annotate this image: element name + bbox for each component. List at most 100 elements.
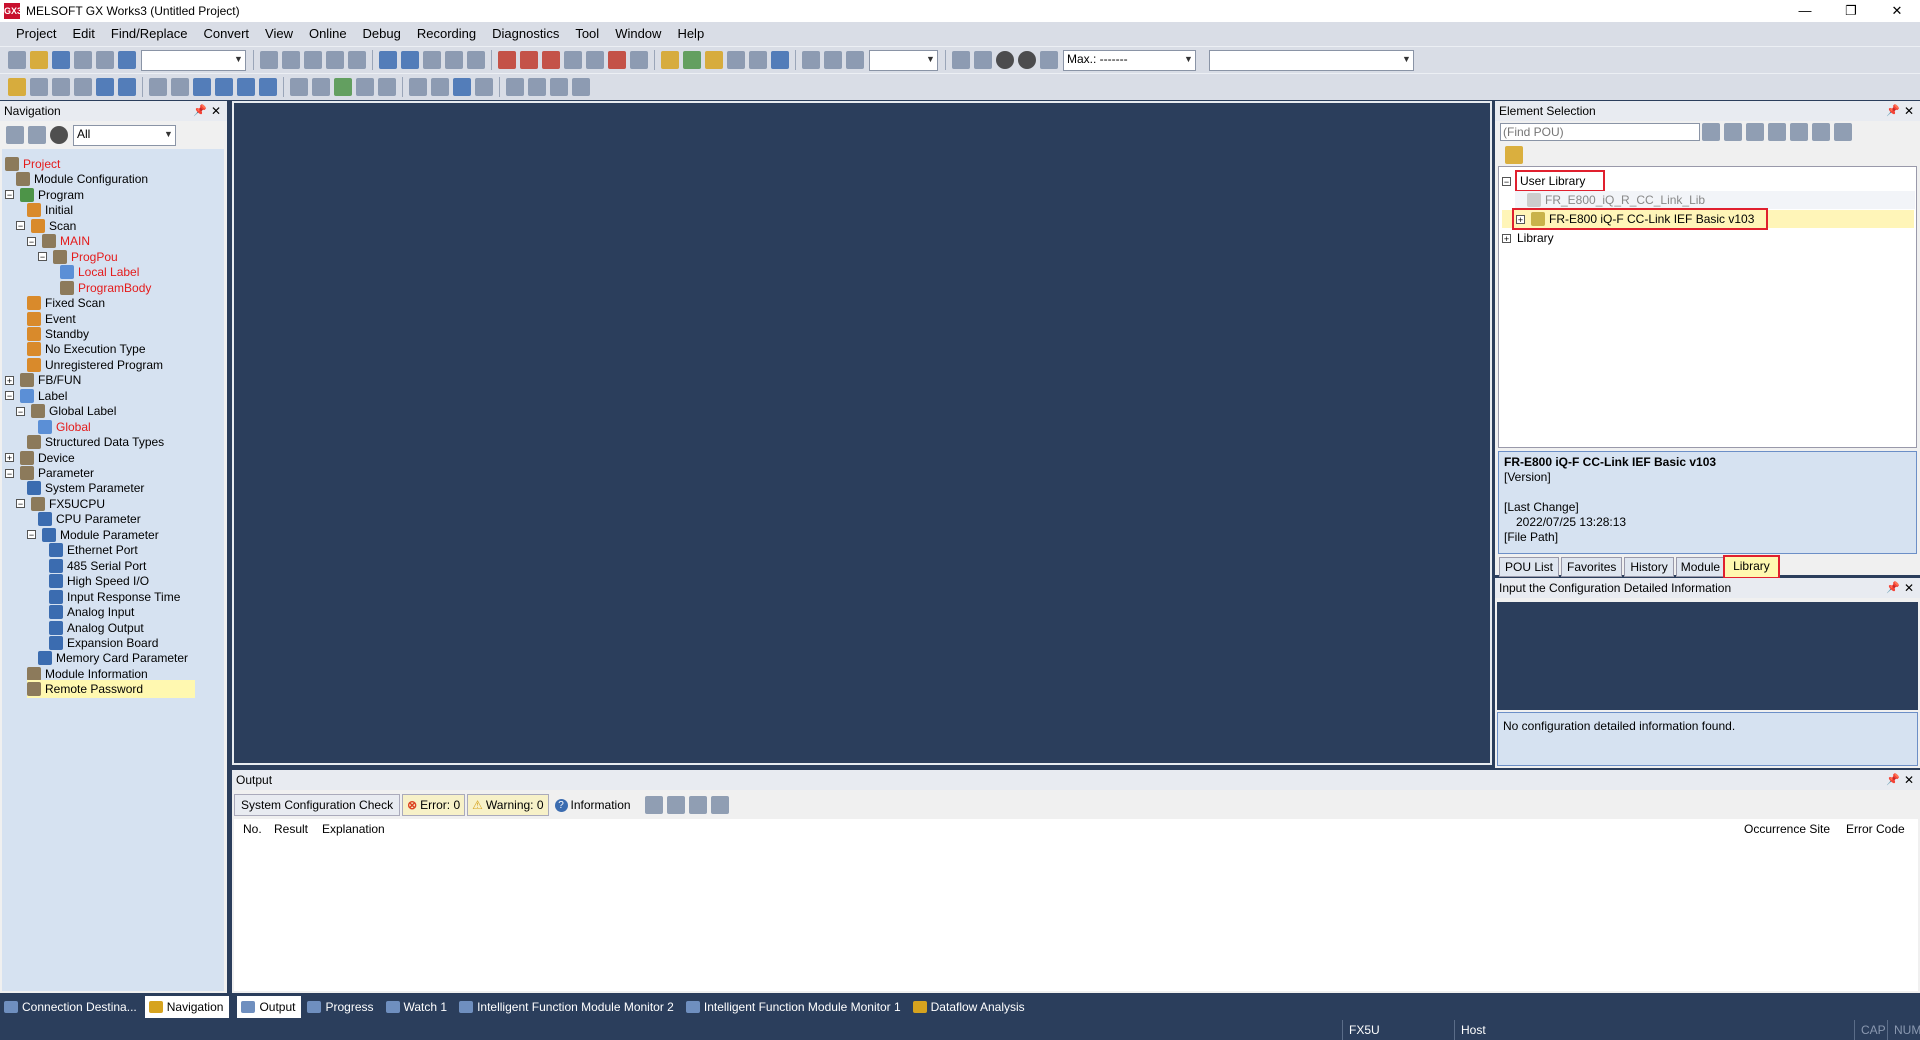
- dev-2-icon[interactable]: [215, 78, 233, 96]
- cross-ref-icon[interactable]: [74, 78, 92, 96]
- zoom-combo[interactable]: ▼: [869, 49, 938, 71]
- tree-view-icon[interactable]: [6, 126, 24, 144]
- settings-icon[interactable]: [378, 78, 396, 96]
- tab-ifm-monitor-1[interactable]: Intelligent Function Module Monitor 1: [682, 996, 907, 1018]
- expand-icon[interactable]: +: [5, 453, 14, 463]
- zoom-out-icon[interactable]: [824, 51, 842, 69]
- grid-3-icon[interactable]: [550, 78, 568, 96]
- list-view-icon[interactable]: [28, 126, 46, 144]
- tree-library[interactable]: + Library: [1502, 229, 1554, 247]
- grid-1-icon[interactable]: [506, 78, 524, 96]
- rebuild-icon[interactable]: [423, 51, 441, 69]
- find-pou-input[interactable]: [1500, 123, 1700, 141]
- paste-icon[interactable]: [304, 51, 322, 69]
- dev-1-icon[interactable]: [193, 78, 211, 96]
- import-icon[interactable]: [290, 78, 308, 96]
- warning-filter[interactable]: ⚠ Warning: 0: [467, 794, 549, 816]
- col-result[interactable]: Result: [274, 819, 308, 839]
- collapse-icon[interactable]: −: [16, 406, 25, 416]
- collapse-icon[interactable]: −: [16, 499, 25, 509]
- pin-icon[interactable]: 📌: [1886, 770, 1900, 790]
- col-occurrence-site[interactable]: Occurrence Site: [1744, 819, 1830, 839]
- close-icon[interactable]: ✕: [211, 101, 221, 121]
- collapse-icon[interactable]: −: [38, 252, 47, 262]
- device-list-icon[interactable]: [96, 78, 114, 96]
- verify-plc-icon[interactable]: [542, 51, 560, 69]
- tree-lib-2[interactable]: + FR-E800 iQ-F CC-Link IEF Basic v103: [1502, 208, 1914, 230]
- toolbar-combo-1[interactable]: ▼: [141, 49, 246, 71]
- remote-op-icon[interactable]: [564, 51, 582, 69]
- element-selection-icon[interactable]: [30, 78, 48, 96]
- scan-time-combo[interactable]: Max.: ------- ▼: [1063, 49, 1196, 71]
- toolbar-combo-2[interactable]: ▼: [1209, 49, 1414, 71]
- compile-icon[interactable]: [467, 51, 485, 69]
- close-icon[interactable]: ✕: [1904, 101, 1914, 121]
- simulator-icon[interactable]: [661, 51, 679, 69]
- menu-help[interactable]: Help: [669, 23, 712, 45]
- nav-item-remote-password[interactable]: Remote Password: [27, 680, 195, 699]
- save-icon[interactable]: [52, 51, 70, 69]
- tab-connection-destination[interactable]: Connection Destina...: [0, 996, 143, 1018]
- find-icon[interactable]: [171, 78, 189, 96]
- convert-all-icon[interactable]: [401, 51, 419, 69]
- jump-icon[interactable]: [710, 796, 729, 814]
- grid-4-icon[interactable]: [572, 78, 590, 96]
- tab-library[interactable]: Library: [1723, 555, 1780, 579]
- pin-icon[interactable]: 📌: [1886, 101, 1900, 121]
- col-no[interactable]: No.: [243, 819, 262, 839]
- window-tile-icon[interactable]: [118, 78, 136, 96]
- online-change-icon[interactable]: [586, 51, 604, 69]
- menu-find-replace[interactable]: Find/Replace: [103, 23, 196, 45]
- tab-progress[interactable]: Progress: [303, 996, 379, 1018]
- clear-icon[interactable]: [1834, 123, 1852, 141]
- watch-icon[interactable]: [727, 51, 745, 69]
- preview-icon[interactable]: [453, 78, 471, 96]
- stop-icon[interactable]: [974, 51, 992, 69]
- redo-icon[interactable]: [348, 51, 366, 69]
- close-button[interactable]: ✕: [1874, 0, 1920, 22]
- write-plc-icon[interactable]: [520, 51, 538, 69]
- convert-icon[interactable]: [379, 51, 397, 69]
- tree-lib-1[interactable]: FR_E800_iQ_R_CC_Link_Lib: [1515, 191, 1915, 209]
- grid-2-icon[interactable]: [528, 78, 546, 96]
- read-plc-icon[interactable]: [498, 51, 516, 69]
- diagnostics-icon[interactable]: [771, 51, 789, 69]
- expand-icon[interactable]: +: [5, 375, 14, 385]
- tab-watch-1[interactable]: Watch 1: [382, 996, 454, 1018]
- pin-icon[interactable]: 📌: [193, 101, 207, 121]
- menu-recording[interactable]: Recording: [409, 23, 484, 45]
- monitor-mode-icon[interactable]: [952, 51, 970, 69]
- watch-register-icon[interactable]: [749, 51, 767, 69]
- minimize-button[interactable]: —: [1782, 0, 1828, 22]
- undo-icon[interactable]: [326, 51, 344, 69]
- view-icon[interactable]: [409, 78, 427, 96]
- tab-dataflow-analysis[interactable]: Dataflow Analysis: [909, 996, 1031, 1018]
- collapse-icon[interactable]: −: [5, 468, 14, 478]
- restore-button[interactable]: ❐: [1828, 0, 1874, 22]
- menu-tool[interactable]: Tool: [567, 23, 607, 45]
- star-icon[interactable]: [1812, 123, 1830, 141]
- copy-icon[interactable]: [282, 51, 300, 69]
- device-test-icon[interactable]: [705, 51, 723, 69]
- new-icon[interactable]: [8, 51, 26, 69]
- check-icon[interactable]: [445, 51, 463, 69]
- monitor-stop-icon[interactable]: [630, 51, 648, 69]
- cut-icon[interactable]: [260, 51, 278, 69]
- help-icon[interactable]: [118, 51, 136, 69]
- menu-convert[interactable]: Convert: [195, 23, 257, 45]
- tab-module[interactable]: Module: [1675, 557, 1726, 577]
- tab-output[interactable]: Output: [237, 996, 302, 1018]
- next-icon[interactable]: [688, 796, 707, 814]
- col-error-code[interactable]: Error Code: [1846, 819, 1905, 839]
- tree-user-library[interactable]: − User Library: [1502, 170, 1606, 192]
- undo-history-icon[interactable]: [96, 51, 114, 69]
- tab-pou-list[interactable]: POU List: [1499, 557, 1560, 577]
- tab-ifm-monitor-2[interactable]: Intelligent Function Module Monitor 2: [455, 996, 680, 1018]
- search-next-icon[interactable]: [1724, 123, 1742, 141]
- export-icon[interactable]: [312, 78, 330, 96]
- dev-4-icon[interactable]: [259, 78, 277, 96]
- pin-icon[interactable]: 📌: [1886, 578, 1900, 598]
- error-filter[interactable]: ⊗ Error: 0: [402, 794, 466, 816]
- scan-time-icon[interactable]: [1040, 51, 1058, 69]
- verify-icon[interactable]: [334, 78, 352, 96]
